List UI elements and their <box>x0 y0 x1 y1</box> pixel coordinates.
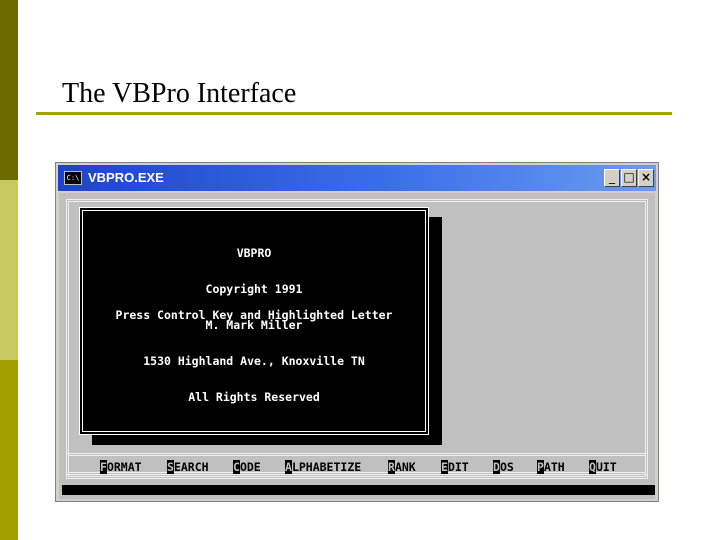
window-title: VBPRO.EXE <box>88 170 164 185</box>
menu-search[interactable]: SEARCH <box>167 460 209 474</box>
menu-code[interactable]: CODE <box>233 460 261 474</box>
accent-stripe-bottom <box>0 360 18 540</box>
accent-stripe-top <box>0 0 18 180</box>
menu-hotkey: E <box>441 460 448 474</box>
menu-hotkey: S <box>167 460 174 474</box>
copyright-block: VBPRO Copyright 1991 M. Mark Miller 1530… <box>83 223 425 427</box>
menu-label: ANK <box>394 460 416 474</box>
menu-hotkey: D <box>493 460 500 474</box>
menu-dos[interactable]: DOS <box>493 460 514 474</box>
menu-rank[interactable]: RANK <box>388 460 416 474</box>
menu-format[interactable]: FORMAT <box>100 460 142 474</box>
console-window: C:\ VBPRO.EXE _ □ × VBPRO Copyright 1991… <box>55 162 659 502</box>
rights-line: All Rights Reserved <box>188 390 320 404</box>
menu-label: ORMAT <box>106 460 142 474</box>
address-line: 1530 Highland Ave., Knoxville TN <box>143 354 365 368</box>
accent-stripe-middle <box>0 180 18 360</box>
menu-hotkey: F <box>100 460 107 474</box>
instruction-text: Press Control Key and Highlighted Letter <box>115 308 393 322</box>
menu-label: LPHABETIZE <box>291 460 362 474</box>
menu-hotkey: P <box>537 460 544 474</box>
menu-label: UIT <box>595 460 617 474</box>
window-titlebar[interactable]: C:\ VBPRO.EXE _ □ × <box>58 165 656 191</box>
maximize-button[interactable]: □ <box>621 169 637 187</box>
slide-title: The VBPro Interface <box>62 78 297 109</box>
menu-hotkey: A <box>285 460 292 474</box>
close-button[interactable]: × <box>638 169 654 187</box>
menu-label: ATH <box>543 460 565 474</box>
menu-hotkey: Q <box>589 460 596 474</box>
menu-label: DIT <box>447 460 469 474</box>
menu-edit[interactable]: EDIT <box>441 460 469 474</box>
menu-hotkey: R <box>388 460 395 474</box>
menu-quit[interactable]: QUIT <box>589 460 617 474</box>
dos-screen: VBPRO Copyright 1991 M. Mark Miller 1530… <box>59 193 655 499</box>
status-strip <box>62 485 655 495</box>
menu-hotkey: C <box>233 460 240 474</box>
program-name: VBPRO <box>236 246 272 260</box>
menu-label: ODE <box>239 460 261 474</box>
minimize-button[interactable]: _ <box>604 169 620 187</box>
menu-label: EARCH <box>173 460 209 474</box>
copyright-line: Copyright 1991 <box>205 282 303 296</box>
menu-label: OS <box>499 460 514 474</box>
console-icon[interactable]: C:\ <box>64 171 82 185</box>
command-menu-bar: FORMAT SEARCH CODE ALPHABETIZE RANK EDIT… <box>66 453 648 479</box>
menu-path[interactable]: PATH <box>537 460 565 474</box>
menu-alphabetize[interactable]: ALPHABETIZE <box>285 460 361 474</box>
title-underline <box>36 112 672 115</box>
splash-dialog: VBPRO Copyright 1991 M. Mark Miller 1530… <box>79 207 429 435</box>
